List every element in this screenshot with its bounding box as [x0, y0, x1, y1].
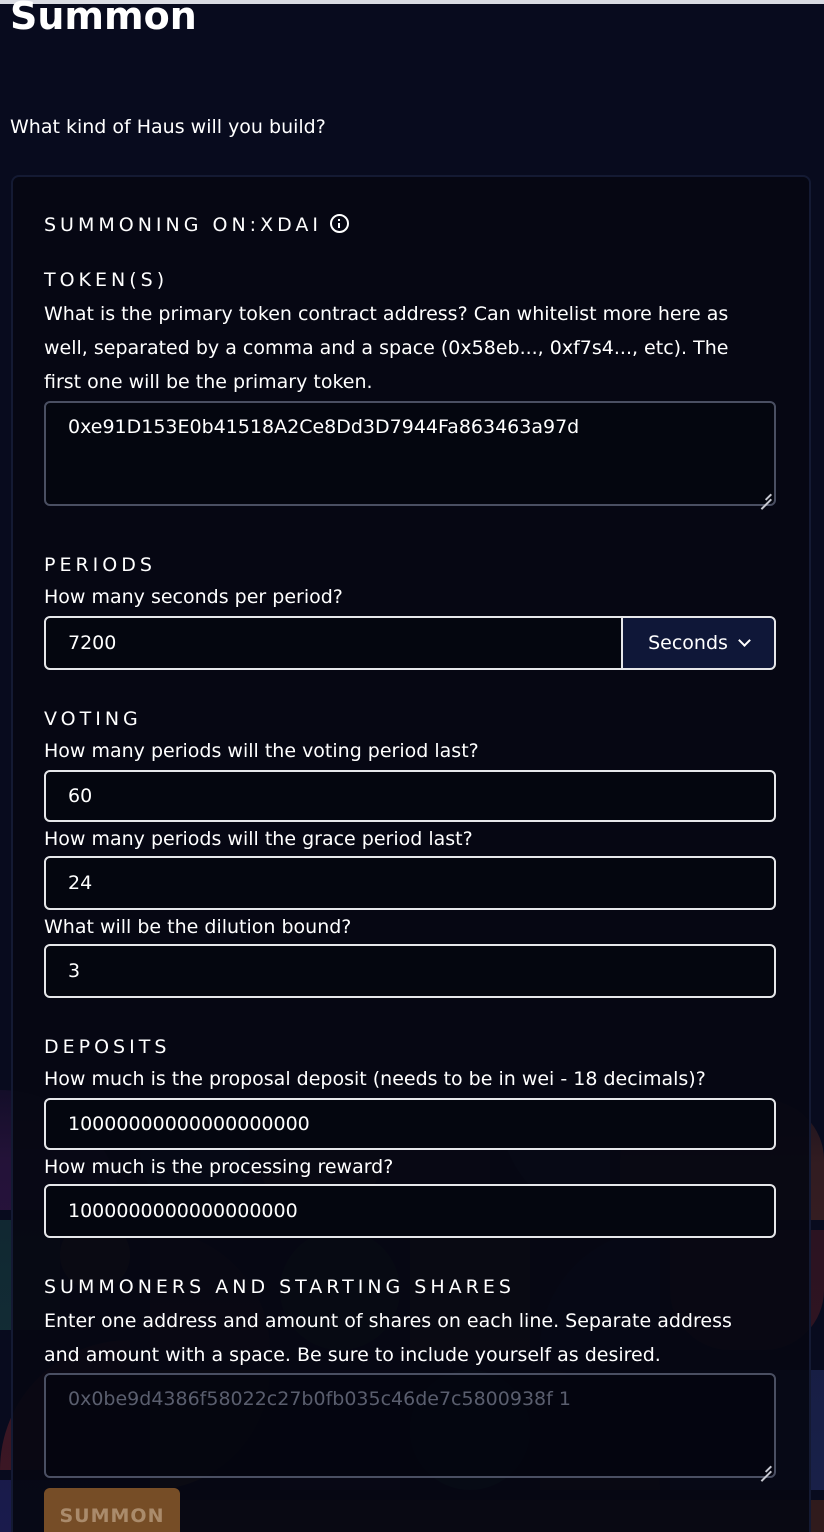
deposits-heading: DEPOSITS [44, 1036, 171, 1058]
period-unit-label: Seconds [648, 632, 728, 654]
summon-button[interactable]: SUMMON [44, 1488, 180, 1532]
network-section: SUMMONING ON:XDAI [44, 213, 349, 237]
dilution-bound-input[interactable] [44, 944, 776, 998]
grace-period-question: How many periods will the grace period l… [44, 828, 473, 850]
token-section: TOKEN(S) What is the primary token contr… [44, 268, 764, 399]
period-duration-input[interactable] [44, 616, 624, 670]
voting-heading: VOTING [44, 708, 142, 730]
deposits-section: DEPOSITS How much is the proposal deposi… [44, 1035, 764, 1096]
token-resize-handle[interactable] [760, 488, 772, 500]
network-heading: SUMMONING ON:XDAI [44, 214, 322, 236]
voting-section: VOTING How many periods will the voting … [44, 707, 764, 768]
token-heading: TOKEN(S) [44, 269, 169, 291]
summoners-heading: SUMMONERS AND STARTING SHARES [44, 1276, 515, 1298]
summoners-resize-handle[interactable] [760, 1460, 772, 1472]
chevron-down-icon [738, 634, 751, 647]
grace-period-input[interactable] [44, 856, 776, 910]
period-unit-select[interactable]: Seconds [621, 616, 776, 670]
voting-period-question: How many periods will the voting period … [44, 740, 479, 762]
periods-section: PERIODS How many seconds per period? [44, 553, 764, 614]
periods-question: How many seconds per period? [44, 586, 343, 608]
proposal-deposit-input[interactable] [44, 1098, 776, 1150]
page-subtitle: What kind of Haus will you build? [10, 116, 326, 138]
periods-heading: PERIODS [44, 554, 156, 576]
token-address-input[interactable]: 0xe91D153E0b41518A2Ce8Dd3D7944Fa863463a9… [44, 401, 776, 506]
summoners-input[interactable] [44, 1373, 776, 1478]
processing-reward-input[interactable] [44, 1184, 776, 1238]
token-description: What is the primary token contract addre… [44, 303, 729, 393]
processing-reward-question: How much is the processing reward? [44, 1156, 394, 1178]
dilution-bound-question: What will be the dilution bound? [44, 916, 352, 938]
summoners-description: Enter one address and amount of shares o… [44, 1310, 732, 1366]
summoners-section: SUMMONERS AND STARTING SHARES Enter one … [44, 1275, 764, 1372]
proposal-deposit-question: How much is the proposal deposit (needs … [44, 1068, 706, 1090]
info-circle-icon[interactable] [329, 214, 349, 233]
page-title: Summon [10, 0, 197, 38]
voting-period-input[interactable] [44, 770, 776, 822]
